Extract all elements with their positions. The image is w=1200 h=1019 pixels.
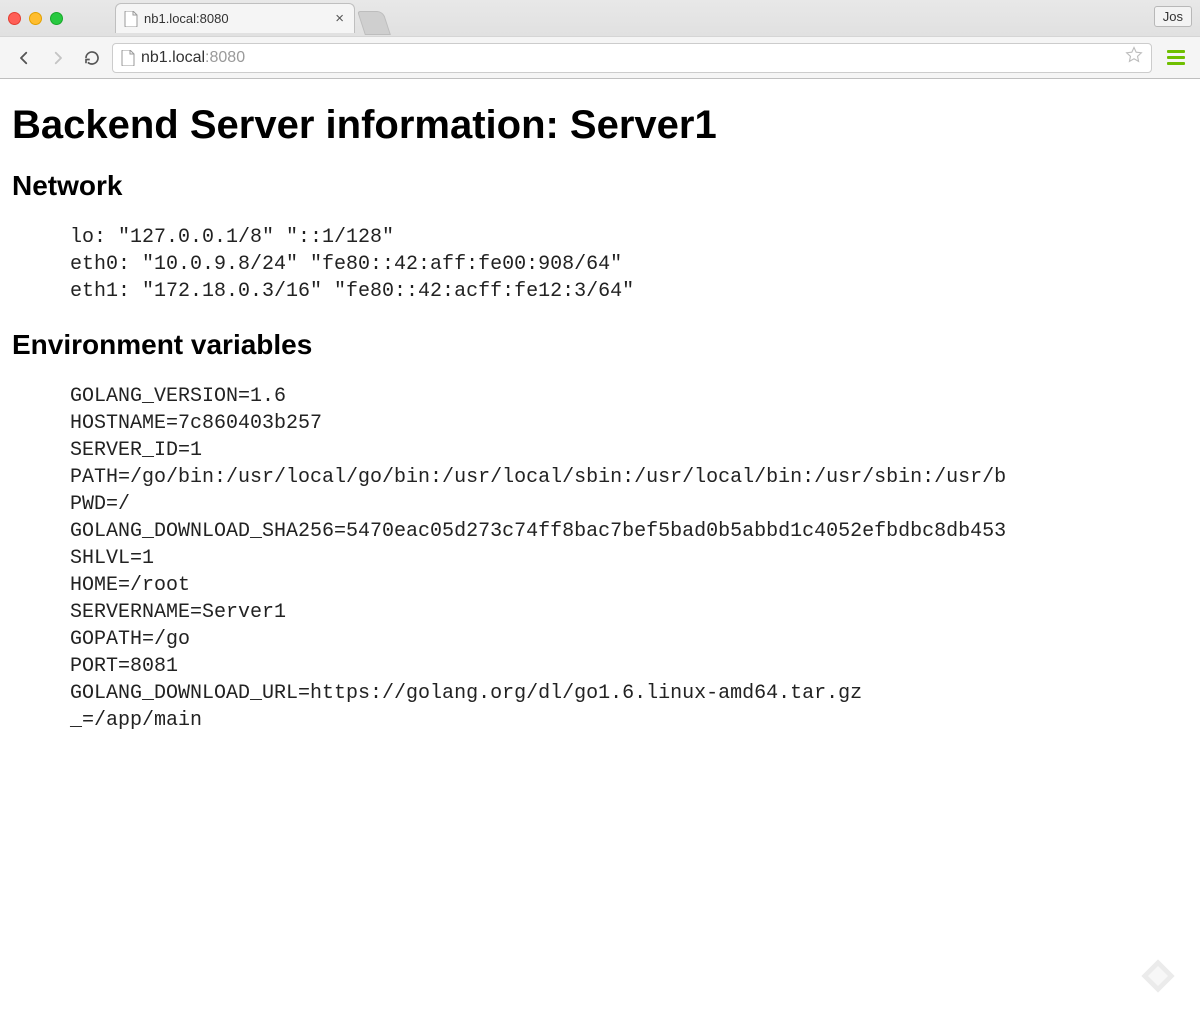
- browser-tab[interactable]: nb1.local:8080 ×: [115, 3, 355, 33]
- window-controls: [8, 12, 63, 25]
- url-text: nb1.local:8080: [141, 49, 245, 67]
- corner-logo-icon: [1138, 956, 1178, 1001]
- reload-button[interactable]: [78, 44, 106, 72]
- new-tab-button[interactable]: [357, 11, 391, 35]
- env-block: GOLANG_VERSION=1.6 HOSTNAME=7c860403b257…: [70, 383, 1188, 734]
- close-window-button[interactable]: [8, 12, 21, 25]
- file-icon: [121, 50, 135, 66]
- page-title: Backend Server information: Server1: [12, 103, 1188, 148]
- back-button[interactable]: [10, 44, 38, 72]
- minimize-window-button[interactable]: [29, 12, 42, 25]
- hamburger-icon: [1167, 50, 1185, 65]
- close-tab-button[interactable]: ×: [335, 11, 344, 26]
- env-heading: Environment variables: [12, 329, 1188, 361]
- profile-label: Jos: [1163, 9, 1183, 24]
- forward-button[interactable]: [44, 44, 72, 72]
- tab-bar: nb1.local:8080 × Jos: [0, 0, 1200, 36]
- menu-button[interactable]: [1162, 44, 1190, 72]
- page-content: Backend Server information: Server1 Netw…: [0, 79, 1200, 734]
- url-port: :8080: [205, 49, 245, 66]
- url-host: nb1.local: [141, 49, 205, 66]
- bookmark-star-icon[interactable]: [1125, 46, 1143, 69]
- browser-chrome: nb1.local:8080 × Jos nb1.local:8080: [0, 0, 1200, 79]
- address-bar[interactable]: nb1.local:8080: [112, 43, 1152, 73]
- toolbar: nb1.local:8080: [0, 36, 1200, 78]
- network-block: lo: "127.0.0.1/8" "::1/128" eth0: "10.0.…: [70, 224, 1188, 305]
- network-heading: Network: [12, 170, 1188, 202]
- file-icon: [124, 11, 138, 27]
- profile-button[interactable]: Jos: [1154, 6, 1192, 27]
- maximize-window-button[interactable]: [50, 12, 63, 25]
- tab-title: nb1.local:8080: [144, 11, 327, 26]
